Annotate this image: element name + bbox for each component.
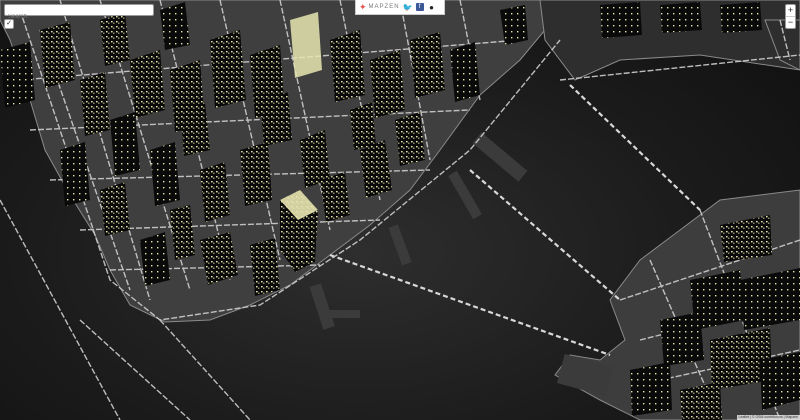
search-box[interactable] — [4, 4, 154, 22]
locate-button[interactable]: ✓ — [4, 19, 14, 29]
facebook-icon[interactable]: f — [415, 3, 424, 11]
search-input[interactable] — [5, 12, 153, 22]
mapzen-logo[interactable]: ✦ MAPZEN — [359, 1, 400, 12]
checkmark-icon: ✓ — [6, 20, 12, 27]
mapzen-logo-text: MAPZEN — [368, 4, 400, 10]
github-icon[interactable]: ● — [428, 3, 436, 12]
attribution[interactable]: Leaflet | © OSM contributors | Mapzen — [736, 415, 800, 420]
zoom-control: + − — [785, 4, 796, 29]
brand-bar: ✦ MAPZEN 🐦 f ● — [355, 0, 445, 15]
zoom-out-button[interactable]: − — [786, 17, 795, 28]
mapzen-star-icon: ✦ — [359, 1, 367, 12]
map-canvas[interactable]: ✓ ✦ MAPZEN 🐦 f ● + − Leaflet | © OSM con… — [0, 0, 800, 420]
map-layer[interactable] — [0, 0, 800, 420]
zoom-in-button[interactable]: + — [786, 5, 795, 17]
twitter-icon[interactable]: 🐦 — [403, 3, 413, 12]
